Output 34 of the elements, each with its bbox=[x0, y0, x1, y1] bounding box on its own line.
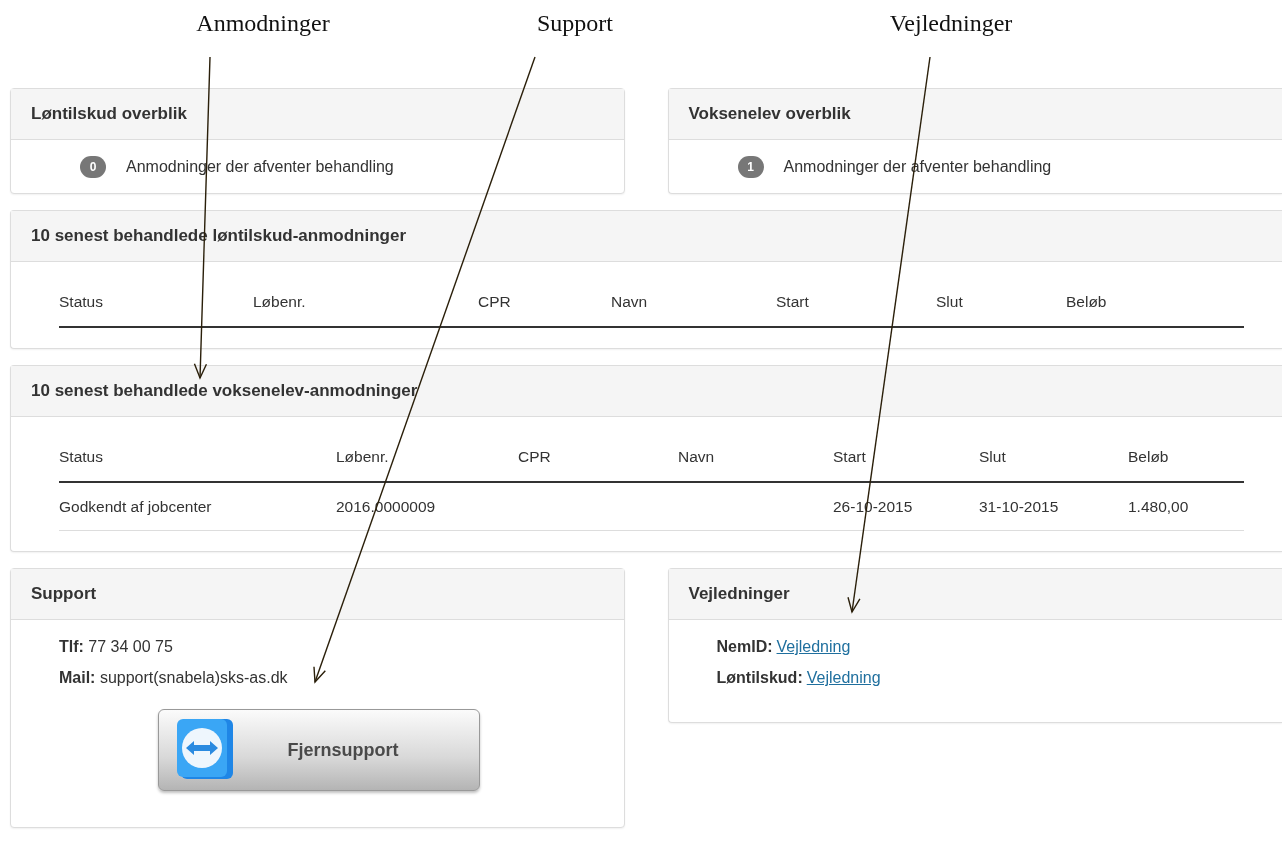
panel-title: 10 senest behandlede voksenelev-anmodninger bbox=[31, 381, 418, 401]
table-cell: 1.480,00 bbox=[1128, 497, 1189, 515]
guide-link[interactable]: Vejledning bbox=[776, 638, 851, 655]
column-header: CPR bbox=[518, 448, 552, 466]
guide-label: Løntilskud: bbox=[716, 669, 803, 686]
contact-line: Tlf: 77 34 00 75 bbox=[59, 638, 174, 657]
callout-label: Anmodninger bbox=[196, 10, 330, 37]
contact-line: Mail: support(snabela)sks-as.dk bbox=[59, 669, 289, 688]
column-header: Løbenr. bbox=[336, 448, 390, 466]
panel-title: Voksenelev overblik bbox=[688, 104, 851, 124]
guide-link[interactable]: Vejledning bbox=[806, 669, 881, 686]
guide-label: NemID: bbox=[716, 638, 773, 655]
table-cell: 31-10-2015 bbox=[979, 497, 1059, 515]
column-header: Navn bbox=[611, 293, 649, 311]
panel-title: Vejledninger bbox=[688, 584, 790, 604]
count-badge: 0 bbox=[80, 155, 106, 178]
callout-label: Support bbox=[537, 10, 613, 37]
table-cell: Godkendt af jobcenter bbox=[59, 497, 212, 515]
column-header: Status bbox=[59, 448, 104, 466]
column-header: Start bbox=[833, 448, 867, 466]
column-header: Beløb bbox=[1128, 448, 1170, 466]
panel-title: Løntilskud overblik bbox=[31, 104, 187, 124]
column-header: Status bbox=[59, 293, 104, 311]
column-header: Løbenr. bbox=[253, 293, 307, 311]
column-header: Navn bbox=[678, 448, 716, 466]
panel-title: Support bbox=[31, 584, 97, 604]
count-badge: 1 bbox=[737, 155, 764, 178]
column-header: Start bbox=[776, 293, 810, 311]
remote-support-button[interactable]: Fjernsupport bbox=[158, 709, 480, 791]
column-header: CPR bbox=[478, 293, 512, 311]
column-header: Beløb bbox=[1066, 293, 1108, 311]
column-header: Slut bbox=[936, 293, 964, 311]
callout-label: Vejledninger bbox=[889, 10, 1013, 37]
column-header: Slut bbox=[979, 448, 1007, 466]
